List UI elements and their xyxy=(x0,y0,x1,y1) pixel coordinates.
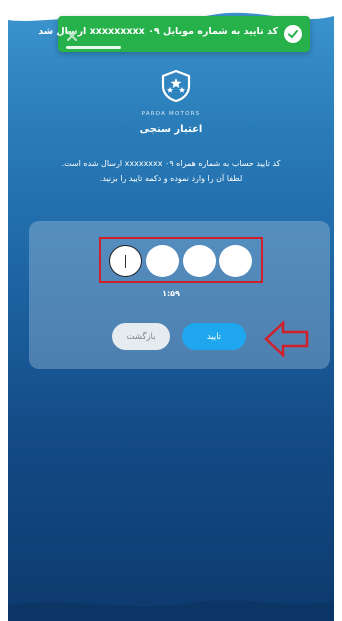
app-screen: کد تایید به شماره موبایل xxxxxxxxx ۰۹ ار… xyxy=(8,0,334,621)
otp-digit-3[interactable] xyxy=(183,245,216,277)
otp-digit-4[interactable] xyxy=(219,245,252,277)
check-icon xyxy=(284,25,302,43)
brand-name: PARDA MOTORS xyxy=(141,111,201,117)
description-line-1: کد تایید حساب به شماره همراه xxxxxxxx ۰۹… xyxy=(61,159,281,168)
countdown-timer: ۱:۵۹ xyxy=(162,289,180,298)
annotation-arrow-icon xyxy=(264,320,309,358)
confirm-button[interactable]: تایید xyxy=(182,323,246,350)
page-title: اعتبار سنجی xyxy=(139,124,203,135)
shield-stars-icon xyxy=(161,69,191,103)
otp-digit-1[interactable] xyxy=(109,245,142,277)
toast-progress-bar xyxy=(66,46,121,49)
description-line-2: لطفا آن را وارد نموده و دکمه تایید را بز… xyxy=(99,174,243,183)
bottom-wave-decoration xyxy=(8,600,334,621)
otp-digit-2[interactable] xyxy=(146,245,179,277)
back-button[interactable]: بازگشت xyxy=(112,323,170,350)
text-cursor xyxy=(125,255,126,268)
success-toast: کد تایید به شماره موبایل xxxxxxxxx ۰۹ ار… xyxy=(38,16,310,52)
close-icon[interactable] xyxy=(66,27,78,42)
